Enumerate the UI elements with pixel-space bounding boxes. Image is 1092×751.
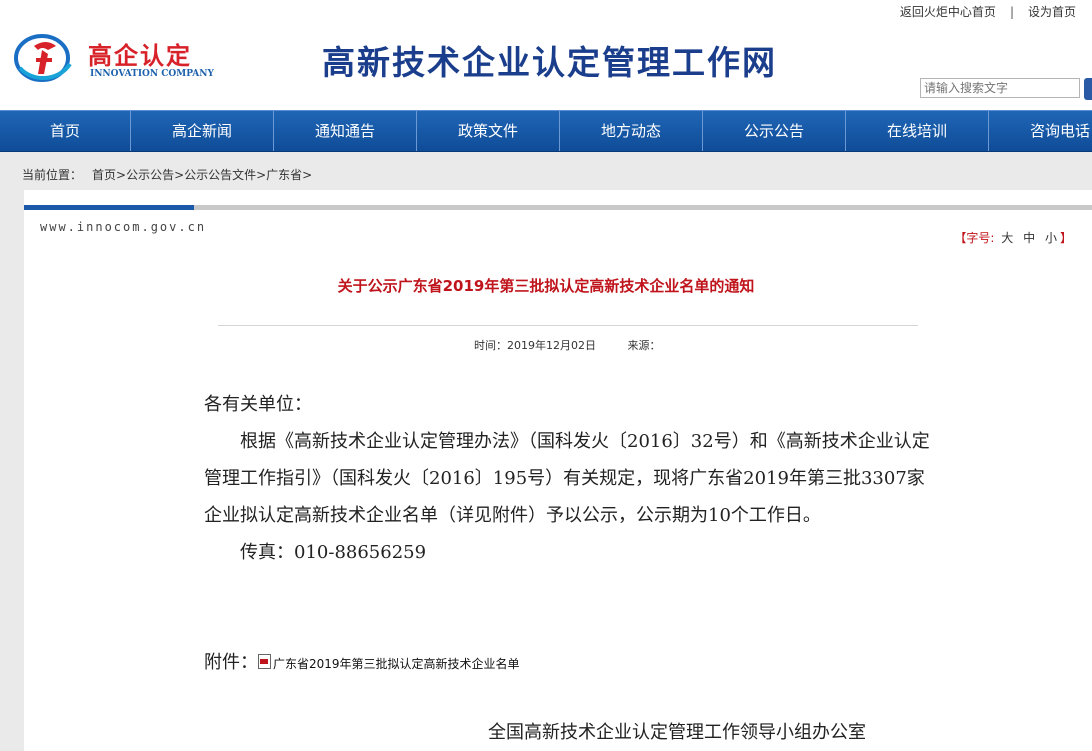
pdf-file-icon — [258, 654, 271, 669]
attachment-label: 附件： — [204, 652, 258, 673]
attachment-row: 附件： 广东省2019年第三批拟认定高新技术企业名单 — [204, 648, 520, 674]
nav-item-news[interactable]: 高企新闻 — [131, 111, 274, 151]
article-title: 关于公示广东省2019年第三批拟认定高新技术企业名单的通知 — [337, 277, 755, 295]
article-body: 各有关单位： 根据《高新技术企业认定管理办法》（国科发火〔2016〕32号）和《… — [204, 386, 940, 571]
font-size-medium-button[interactable]: 中 — [1023, 231, 1035, 245]
main-nav: 首页 高企新闻 通知通告 政策文件 地方动态 公示公告 在线培训 咨询电话 — [0, 110, 1092, 152]
nav-item-announcements[interactable]: 公示公告 — [703, 111, 846, 151]
font-size-label: 【字号: — [954, 231, 995, 245]
site-domain: www.innocom.gov.cn — [40, 220, 207, 234]
logo-english-text: INNOVATION COMPANY — [90, 69, 214, 79]
time-value: 2019年12月02日 — [507, 339, 596, 352]
source-label: 来源： — [627, 339, 661, 352]
article-meta: 时间：2019年12月02日 来源： — [474, 337, 661, 353]
top-links: 返回火炬中心首页 | 设为首页 — [899, 5, 1076, 19]
time-label: 时间： — [474, 339, 507, 352]
breadcrumb-path[interactable]: 首页>公示公告>公示公告文件>广东省> — [92, 168, 312, 182]
nav-item-home[interactable]: 首页 — [0, 111, 131, 151]
search-button[interactable] — [1084, 78, 1092, 100]
logo-text: 高企认定 — [88, 42, 192, 70]
site-title: 高新技术企业认定管理工作网 — [322, 43, 777, 82]
logo-mark-icon — [14, 34, 72, 82]
font-size-small-button[interactable]: 小 — [1045, 231, 1057, 245]
attachment-link[interactable]: 广东省2019年第三批拟认定高新技术企业名单 — [273, 657, 520, 671]
search-input[interactable] — [920, 78, 1080, 98]
logo[interactable]: 高企认定 INNOVATION COMPANY — [10, 24, 214, 88]
signature: 全国高新技术企业认定管理工作领导小组办公室 — [488, 722, 866, 743]
nav-item-hotline[interactable]: 咨询电话 — [989, 111, 1092, 151]
nav-item-notices[interactable]: 通知通告 — [274, 111, 417, 151]
main-paragraph: 根据《高新技术企业认定管理办法》（国科发火〔2016〕32号）和《高新技术企业认… — [204, 431, 930, 526]
fax-line: 传真：010-88656259 — [240, 542, 427, 563]
panel-top-bar-accent — [24, 205, 194, 210]
title-divider — [218, 325, 918, 326]
site-header: 返回火炬中心首页 | 设为首页 高企认定 INNOVATION COMPANY 高新… — [0, 0, 1092, 110]
breadcrumb: 当前位置： 首页>公示公告>公示公告文件>广东省> — [22, 166, 312, 183]
breadcrumb-label: 当前位置： — [22, 168, 83, 182]
back-to-torch-home-link[interactable]: 返回火炬中心首页 — [900, 5, 996, 19]
nav-item-policy[interactable]: 政策文件 — [417, 111, 560, 151]
salutation: 各有关单位： — [204, 394, 312, 415]
nav-item-local-news[interactable]: 地方动态 — [560, 111, 703, 151]
set-homepage-link[interactable]: 设为首页 — [1028, 5, 1076, 19]
font-size-close-bracket: 】 — [1059, 231, 1072, 245]
font-size-large-button[interactable]: 大 — [1001, 231, 1013, 245]
nav-item-online-training[interactable]: 在线培训 — [846, 111, 989, 151]
font-size-switcher: 【字号: 大 中 小】 — [954, 229, 1072, 246]
